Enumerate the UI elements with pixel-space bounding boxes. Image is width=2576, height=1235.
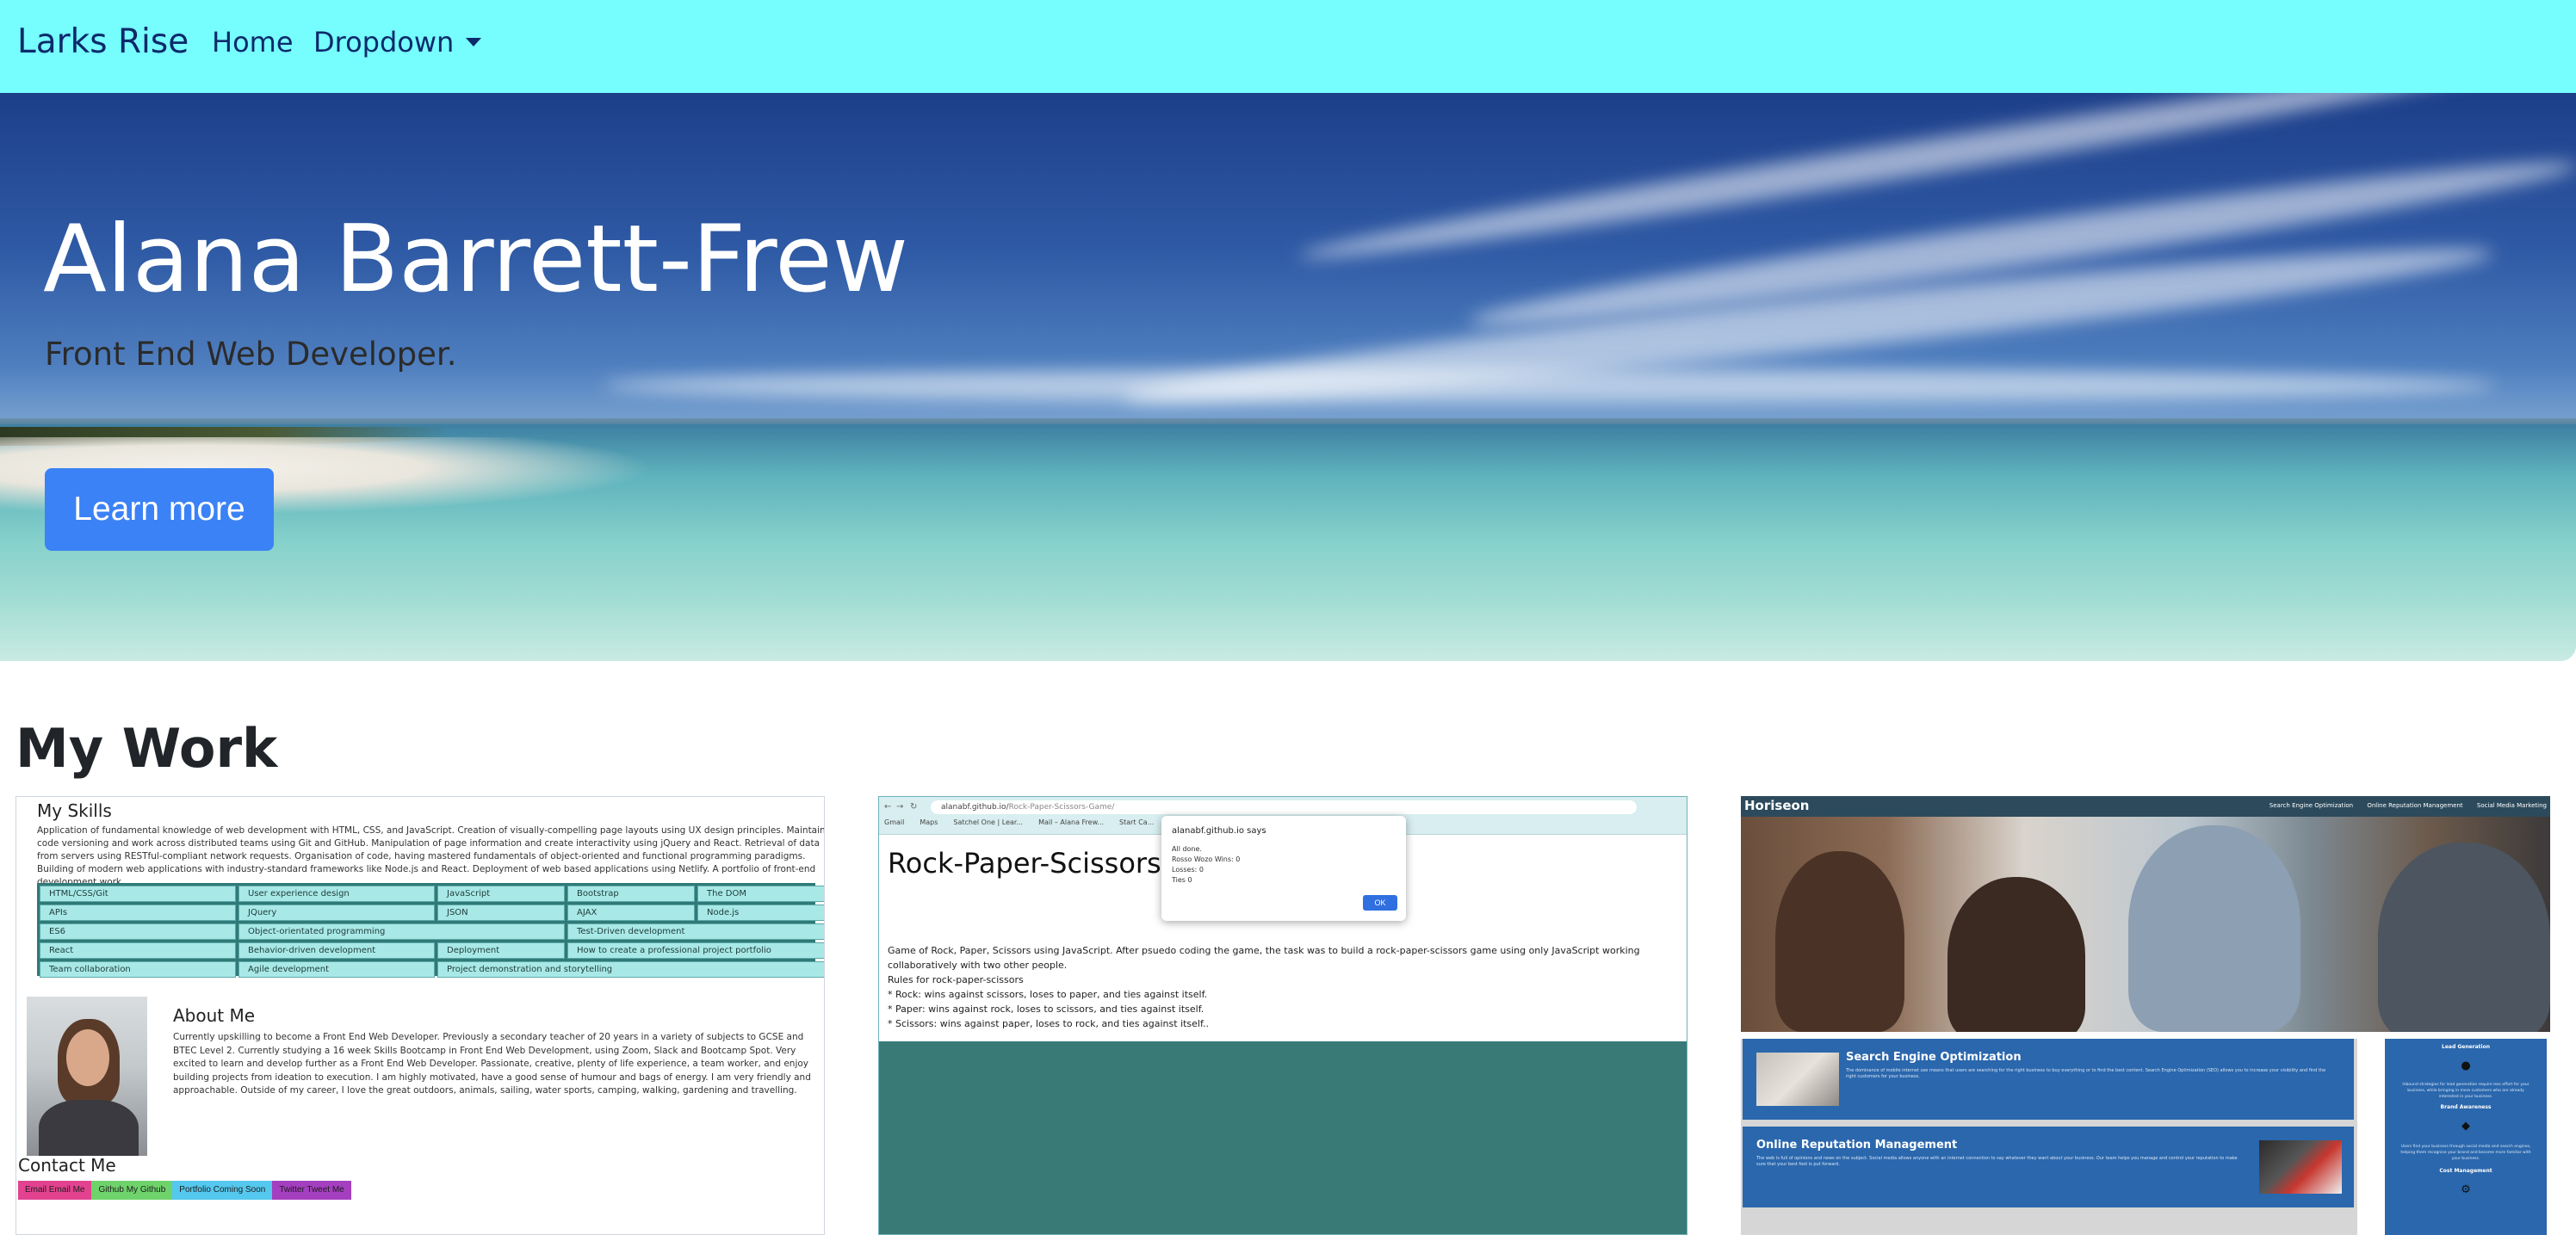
skill-cell: User experience design [238,886,435,902]
panel-text: The web is full of opinions and news on … [1756,1156,2238,1167]
my-work-heading: My Work [15,717,278,780]
rps-rule: * Paper: wins against rock, loses to sci… [888,1003,1204,1015]
about-text: Currently upskilling to become a Front E… [173,1032,811,1096]
skill-cell: React [40,942,236,959]
rps-rule: * Rock: wins against scissors, loses to … [888,989,1208,1000]
url-host: alanabf.github.io/ [941,803,1009,812]
cost-icon: ⚙ [2461,1183,2471,1196]
skill-cell: JSON [437,905,565,921]
horiseon-content: Search Engine Optimization The dominance… [1741,1039,2357,1235]
learn-more-button[interactable]: Learn more [45,468,274,551]
alert-line: Ties 0 [1172,876,1192,884]
horiseon-panel: Search Engine Optimization The dominance… [1743,1039,2354,1120]
orm-image [2259,1140,2342,1194]
skill-cell: JavaScript [437,886,565,902]
contact-button[interactable]: Portfolio Coming Soon [172,1181,273,1200]
horiseon-nav-link: Online Reputation Management [2367,802,2463,809]
bookmark-item[interactable]: Start Ca... [1119,818,1154,826]
skill-cell: AJAX [567,905,695,921]
alert-ok-button[interactable]: OK [1363,895,1397,911]
hero-title: Alana Barrett-Frew [43,206,909,313]
bookmark-item[interactable]: Mail – Alana Frew... [1038,818,1104,826]
rps-description-block: Game of Rock, Paper, Scissors using Java… [888,943,1680,1031]
contact-heading: Contact Me [18,1155,116,1176]
bookmark-item[interactable]: Satchel One | Lear... [953,818,1023,826]
horiseon-header: Horiseon Search Engine Optimization Onli… [1741,796,2550,817]
alert-line: All done. [1172,845,1202,853]
skills-table: HTML/CSS/Git User experience design JavaSc… [37,883,824,978]
benefit-text: Inbound strategies for lead generation r… [2402,1083,2530,1099]
work-card-rock-paper-scissors[interactable]: ← → ↻ alanabf.github.io/Rock-Paper-Sciss… [878,796,1687,1235]
skill-cell: Object-orientated programming [238,923,565,940]
panel-text: The dominance of mobile internet use mea… [1846,1068,2326,1079]
navbar-brand[interactable]: Larks Rise [17,22,189,61]
benefit-title: Brand Awareness [2440,1104,2492,1110]
horiseon-nav-link: Social Media Marketing [2476,802,2547,809]
benefit-title: Cost Management [2439,1168,2492,1174]
horiseon-panel: Online Reputation Management The web is … [1743,1127,2354,1207]
work-card-horiseon[interactable]: Horiseon Search Engine Optimization Onli… [1741,796,2550,1235]
horiseon-nav-link: Search Engine Optimization [2269,802,2354,809]
contact-button[interactable]: Github My Github [91,1181,173,1200]
alert-title: alanabf.github.io says [1172,826,1266,836]
skill-cell: Deployment [437,942,565,959]
skill-cell: Test-Driven development [567,923,824,940]
skill-cell: Bootstrap [567,886,695,902]
profile-photo [27,997,147,1156]
hero-lead: Front End Web Developer. [45,336,457,373]
benefit-title: Lead Generation [2442,1044,2490,1050]
skill-cell: How to create a professional project por… [567,942,824,959]
rps-rule: * Scissors: wins against paper, loses to… [888,1018,1210,1029]
brand-icon: ◆ [2461,1120,2470,1133]
skill-cell: Agile development [238,961,435,978]
benefit-text: Users find your business through social … [2400,1145,2531,1161]
rps-description: Game of Rock, Paper, Scissors using Java… [888,945,1640,971]
skill-cell: ES6 [40,923,236,940]
skill-cell: Node.js [697,905,824,921]
reload-icon: ↻ [910,802,918,812]
caret-down-icon [466,38,482,46]
work-card-skills[interactable]: My Skills Application of fundamental kno… [15,796,825,1235]
url-path: Rock-Paper-Scissors-Game/ [1008,803,1115,812]
skill-cell: Behavior-driven development [238,942,435,959]
horiseon-hero-image [1741,817,2550,1032]
skill-cell: The DOM [697,886,824,902]
panel-title: Online Reputation Management [1756,1139,1958,1152]
contact-button[interactable]: Email Email Me [18,1181,92,1200]
alert-line: Rosso Wozo Wins: 0 [1172,855,1241,863]
alert-dialog: alanabf.github.io says All done. Rosso W… [1161,816,1406,921]
skill-cell: HTML/CSS/Git [40,886,236,902]
skill-cell: JQuery [238,905,435,921]
skill-cell: Team collaboration [40,961,236,978]
hero-cloud [603,368,2497,403]
lightbulb-icon: ● [2461,1059,2471,1072]
horiseon-logo: Horiseon [1744,798,1810,813]
bookmark-item[interactable]: Maps [920,818,938,826]
rps-rules-heading: Rules for rock-paper-scissors [888,974,1024,985]
about-heading: About Me [173,1005,256,1026]
skill-cell: APIs [40,905,236,921]
panel-title: Search Engine Optimization [1846,1051,2022,1064]
nav-dropdown-label: Dropdown [313,26,455,59]
contact-buttons: Email Email Me Github My Github Portfolio … [18,1181,351,1200]
seo-image [1756,1053,1839,1106]
skills-intro: Application of fundamental knowledge of … [37,825,825,887]
rps-game-area [879,1041,1687,1234]
navbar: Larks Rise Home Dropdown [0,0,2576,93]
horiseon-nav: Search Engine Optimization Online Reputa… [2257,802,2547,809]
alert-line: Losses: 0 [1172,866,1204,874]
address-bar: alanabf.github.io/Rock-Paper-Scissors-Ga… [931,800,1637,814]
horiseon-benefits: Lead Generation ● Inbound strategies for… [2385,1039,2547,1235]
contact-button[interactable]: Twitter Tweet Me [272,1181,351,1200]
bookmark-item[interactable]: Gmail [884,818,904,826]
skill-cell: Project demonstration and storytelling [437,961,824,978]
skills-heading: My Skills [37,800,112,821]
nav-home-link[interactable]: Home [212,26,294,59]
forward-icon: → [896,802,904,812]
back-icon: ← [884,802,892,812]
hero-banner: Alana Barrett-Frew Front End Web Develop… [0,93,2576,661]
nav-dropdown-toggle[interactable]: Dropdown [313,26,482,59]
rps-title: Rock-Paper-Scissors [888,847,1161,880]
bookmarks-bar: Gmail Maps Satchel One | Lear... Mail – Ala… [884,818,1169,826]
